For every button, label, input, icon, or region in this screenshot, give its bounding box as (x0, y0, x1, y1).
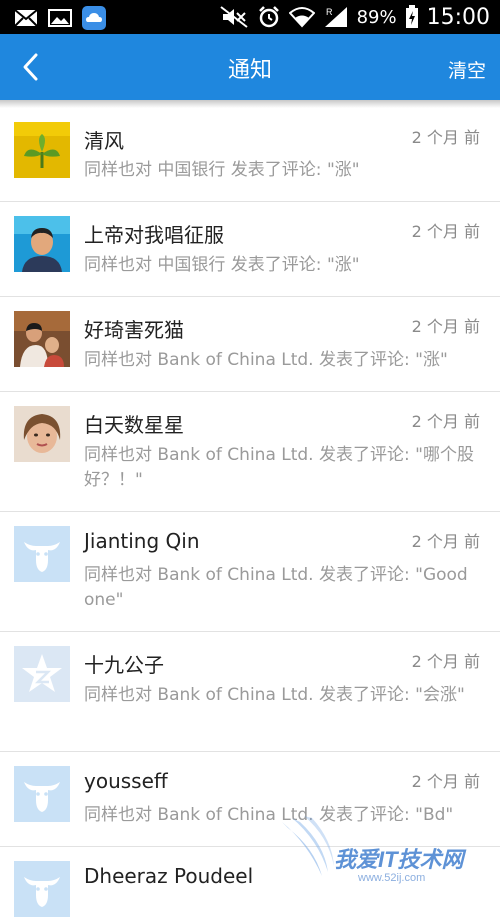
avatar (14, 861, 70, 917)
avatar (14, 526, 70, 582)
sender-name: Jianting Qin (84, 529, 200, 553)
notification-message: 同样也对 中国银行 发表了评论: "涨" (84, 160, 360, 180)
sender-name: 上帝对我唱征服 (84, 223, 224, 247)
status-bar-notifications (14, 6, 106, 30)
notification-item[interactable]: 十九公子 2 个月 前 同样也对 Bank of China Ltd. 发表了评… (0, 632, 500, 752)
svg-text:R: R (326, 7, 333, 17)
avatar (14, 216, 70, 272)
clear-button[interactable]: 清空 (448, 56, 486, 83)
signal-icon: R (324, 7, 347, 27)
notification-item[interactable]: Dheeraz Poudeel (0, 847, 500, 917)
notification-item[interactable]: 上帝对我唱征服 2 个月 前 同样也对 中国银行 发表了评论: "涨" (0, 202, 500, 297)
bull-icon (14, 861, 70, 917)
clock: 15:00 (426, 4, 490, 30)
notification-item[interactable]: 白天数星星 2 个月 前 同样也对 Bank of China Ltd. 发表了… (0, 392, 500, 512)
avatar (14, 646, 70, 702)
avatar (14, 766, 70, 822)
avatar (14, 122, 70, 178)
notification-item[interactable]: 清风 2 个月 前 同样也对 中国银行 发表了评论: "涨" (0, 108, 500, 202)
notification-message: 同样也对 Bank of China Ltd. 发表了评论: "Bd" (84, 805, 454, 825)
notification-item[interactable]: Jianting Qin 2 个月 前 同样也对 Bank of China L… (0, 512, 500, 632)
timestamp: 2 个月 前 (411, 222, 480, 241)
notification-message: 同样也对 Bank of China Ltd. 发表了评论: "涨" (84, 350, 448, 370)
timestamp: 2 个月 前 (411, 532, 480, 551)
man-photo-icon (14, 216, 70, 272)
mail-icon (14, 9, 38, 27)
bull-icon (14, 526, 70, 582)
battery-charging-icon (405, 5, 418, 28)
star-icon (14, 646, 70, 702)
avatar (14, 311, 70, 367)
cloud-app-icon (82, 6, 106, 30)
notification-message: 同样也对 Bank of China Ltd. 发表了评论: "Good one… (84, 565, 468, 610)
timestamp: 2 个月 前 (411, 772, 480, 791)
alarm-icon (258, 6, 279, 28)
notification-list: 清风 2 个月 前 同样也对 中国银行 发表了评论: "涨" 上帝对我唱征服 2… (0, 108, 500, 917)
people-photo-icon (14, 311, 70, 367)
woman-photo-icon (14, 406, 70, 462)
sender-name: yousseff (84, 769, 168, 793)
notification-message: 同样也对 Bank of China Ltd. 发表了评论: "哪个股好？！" (84, 445, 474, 490)
status-bar: R 89% 15:00 (0, 0, 500, 34)
mute-icon (219, 6, 248, 28)
notification-item[interactable]: 好琦害死猫 2 个月 前 同样也对 Bank of China Ltd. 发表了… (0, 297, 500, 392)
app-bar-shadow (0, 100, 500, 108)
bull-icon (14, 766, 70, 822)
sender-name: 十九公子 (84, 653, 164, 677)
sender-name: 清风 (84, 129, 124, 153)
notification-message: 同样也对 中国银行 发表了评论: "涨" (84, 255, 360, 275)
timestamp: 2 个月 前 (411, 412, 480, 431)
wifi-icon (288, 7, 315, 28)
sender-name: 好琦害死猫 (84, 318, 184, 342)
app-bar: 通知 清空 (0, 34, 500, 100)
timestamp: 2 个月 前 (411, 652, 480, 671)
page-title: 通知 (227, 58, 272, 83)
sender-name: Dheeraz Poudeel (84, 864, 254, 888)
gallery-icon (48, 9, 72, 27)
battery-percent: 89% (356, 6, 397, 28)
notification-item[interactable]: yousseff 2 个月 前 同样也对 Bank of China Ltd. … (0, 752, 500, 847)
avatar (14, 406, 70, 462)
plant-photo-icon (14, 122, 70, 178)
status-bar-system: R 89% 15:00 (219, 0, 490, 34)
timestamp: 2 个月 前 (411, 317, 480, 336)
notification-message: 同样也对 Bank of China Ltd. 发表了评论: "会涨" (84, 685, 465, 705)
timestamp: 2 个月 前 (411, 128, 480, 147)
sender-name: 白天数星星 (84, 413, 184, 437)
